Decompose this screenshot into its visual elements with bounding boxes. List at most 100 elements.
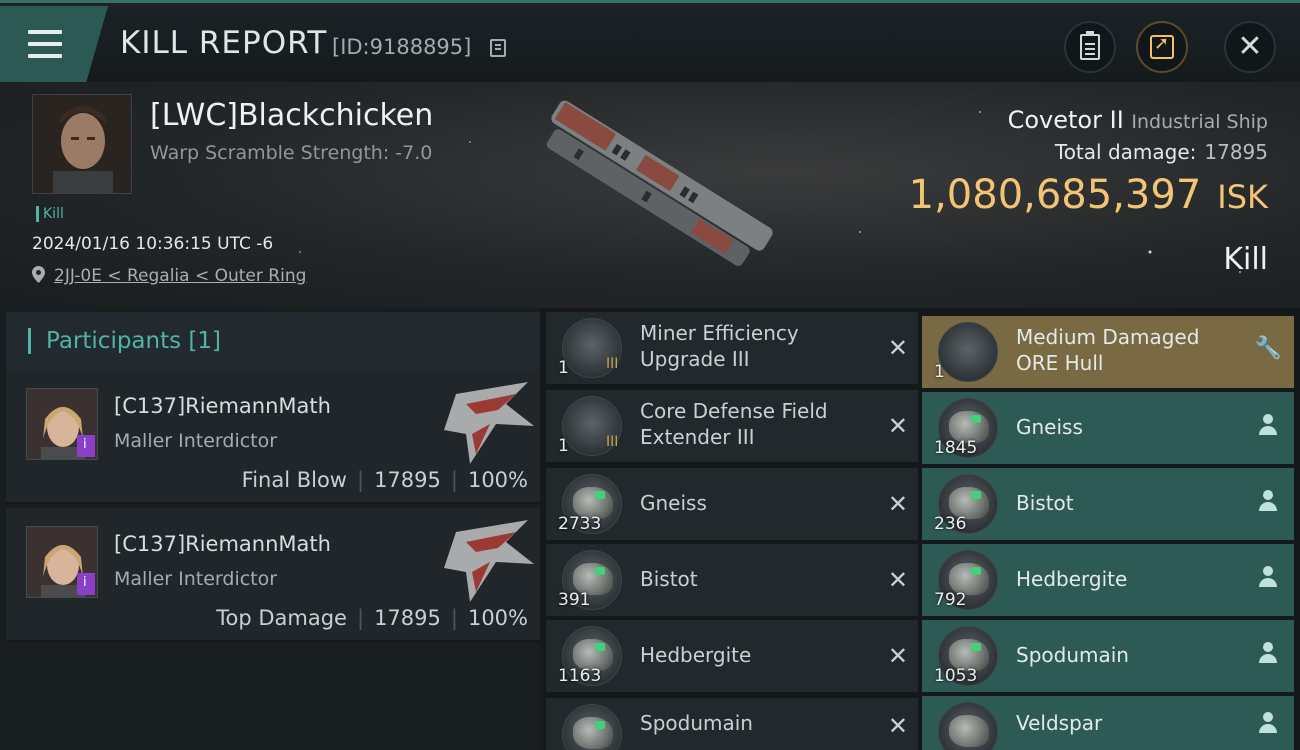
participant-ship: Maller Interdictor bbox=[114, 430, 278, 452]
item-name: Core Defense Field Extender III bbox=[640, 399, 828, 449]
participants-label: Participants bbox=[46, 328, 182, 354]
destroyed-x-icon: ✕ bbox=[887, 334, 908, 362]
dropped-item[interactable]: Veldspar bbox=[922, 696, 1294, 750]
item-name: Spodumain bbox=[1016, 643, 1129, 667]
close-icon: ✕ bbox=[1237, 29, 1263, 64]
ship-name[interactable]: Covetor II bbox=[1008, 106, 1124, 134]
item-quantity: 236 bbox=[934, 514, 967, 534]
person-icon bbox=[1258, 712, 1278, 736]
wrench-icon: 🔧 bbox=[1254, 336, 1282, 361]
total-damage-label: Total damage: bbox=[1054, 140, 1197, 164]
clipboard-icon bbox=[1080, 31, 1100, 60]
destroyed-item[interactable]: 1 III Core Defense Field Extender III ✕ bbox=[546, 390, 918, 462]
faction-badge-icon bbox=[77, 435, 95, 457]
close-button[interactable]: ✕ bbox=[1224, 21, 1276, 73]
ore-icon bbox=[562, 704, 622, 750]
dropped-item[interactable]: 1053 Spodumain bbox=[922, 620, 1294, 692]
item-quantity: 1845 bbox=[934, 438, 978, 458]
destroyed-x-icon: ✕ bbox=[887, 712, 908, 740]
person-icon bbox=[1258, 566, 1278, 590]
clipboard-button[interactable] bbox=[1064, 21, 1116, 73]
destroyed-item[interactable]: Spodumain ✕ bbox=[546, 698, 918, 750]
share-button[interactable] bbox=[1136, 21, 1188, 73]
item-name: Miner Efficiency Upgrade III bbox=[640, 321, 799, 371]
item-quantity: 792 bbox=[934, 590, 967, 610]
item-name: Hedbergite bbox=[1016, 567, 1128, 591]
header-bar: KILL REPORT [ID:9188895] ✕ bbox=[0, 0, 1300, 82]
person-icon bbox=[1258, 490, 1278, 514]
participant-avatar bbox=[26, 526, 98, 598]
ship-render bbox=[546, 100, 773, 267]
participant-percent: 100% bbox=[467, 606, 528, 630]
item-grid: 1 III Miner Efficiency Upgrade III ✕ 1 II… bbox=[544, 308, 1300, 750]
participant-avatar bbox=[26, 388, 98, 460]
participant-stats: Top Damage | 17895 | 100% bbox=[216, 606, 528, 630]
destroyed-x-icon: ✕ bbox=[887, 412, 908, 440]
destroyed-item[interactable]: 1163 Hedbergite ✕ bbox=[546, 620, 918, 692]
item-name: Bistot bbox=[1016, 491, 1074, 515]
destroyed-item[interactable]: 2733 Gneiss ✕ bbox=[546, 468, 918, 540]
item-quantity: 1 bbox=[558, 358, 569, 378]
item-name: Veldspar bbox=[1016, 711, 1103, 735]
participant-name[interactable]: [C137]RiemannMath bbox=[114, 394, 331, 418]
dropped-item[interactable]: 1845 Gneiss bbox=[922, 392, 1294, 464]
destroyed-item[interactable]: 1 III Miner Efficiency Upgrade III ✕ bbox=[546, 312, 918, 384]
kill-datetime: 2024/01/16 10:36:15 UTC -6 bbox=[32, 234, 274, 254]
participant-card[interactable]: [C137]RiemannMath Maller Interdictor Top… bbox=[6, 508, 540, 642]
ship-class: Industrial Ship bbox=[1131, 111, 1268, 133]
destroyed-x-icon: ✕ bbox=[887, 490, 908, 518]
person-icon bbox=[1258, 414, 1278, 438]
ship-title: Covetor II Industrial Ship bbox=[1008, 106, 1268, 134]
item-quantity: 1163 bbox=[558, 666, 602, 686]
meta-level: III bbox=[606, 356, 619, 372]
faction-badge-icon bbox=[77, 573, 95, 595]
item-name: Gneiss bbox=[1016, 415, 1083, 439]
copy-icon[interactable] bbox=[490, 39, 506, 57]
participant-card[interactable]: [C137]RiemannMath Maller Interdictor Fin… bbox=[6, 370, 540, 504]
destroyed-item[interactable]: 391 Bistot ✕ bbox=[546, 544, 918, 616]
victim-summary: [LWC]Blackchicken Warp Scramble Strength… bbox=[0, 82, 1300, 308]
person-icon bbox=[1258, 642, 1278, 666]
item-quantity: 1 bbox=[558, 436, 569, 456]
page-title: KILL REPORT bbox=[120, 25, 328, 61]
participant-ship-render bbox=[444, 520, 534, 602]
total-damage-value: 17895 bbox=[1204, 140, 1268, 164]
item-quantity: 2733 bbox=[558, 514, 602, 534]
location-link[interactable]: 2JJ-0E < Regalia < Outer Ring bbox=[54, 266, 306, 286]
isk-value: 1,080,685,397 bbox=[908, 172, 1202, 218]
total-damage: Total damage: 17895 bbox=[1055, 140, 1268, 164]
dropped-item[interactable]: 1 Medium Damaged ORE Hull 🔧 bbox=[922, 316, 1294, 388]
participant-role: Top Damage bbox=[216, 606, 347, 630]
dropped-item[interactable]: 236 Bistot bbox=[922, 468, 1294, 540]
outcome-label: Kill bbox=[1223, 242, 1268, 277]
participants-panel: Participants [1] [C137]RiemannMath Malle… bbox=[0, 308, 540, 750]
item-name: Gneiss bbox=[640, 491, 707, 515]
destroyed-x-icon: ✕ bbox=[887, 642, 908, 670]
item-quantity: 391 bbox=[558, 590, 591, 610]
participant-stats: Final Blow | 17895 | 100% bbox=[241, 468, 528, 492]
isk-value-row: 1,080,685,397 ISK bbox=[909, 172, 1268, 218]
victim-avatar bbox=[33, 95, 131, 193]
menu-button[interactable] bbox=[0, 6, 108, 82]
participant-damage: 17895 bbox=[374, 606, 441, 630]
participant-ship-render bbox=[444, 382, 534, 464]
participant-ship: Maller Interdictor bbox=[114, 568, 278, 590]
ore-icon bbox=[938, 702, 998, 750]
victim-portrait[interactable] bbox=[32, 94, 132, 194]
victim-name[interactable]: [LWC]Blackchicken bbox=[150, 98, 433, 133]
meta-level: III bbox=[606, 434, 619, 450]
item-name: Bistot bbox=[640, 567, 698, 591]
participant-role: Final Blow bbox=[241, 468, 347, 492]
isk-unit: ISK bbox=[1217, 178, 1268, 216]
destroyed-x-icon: ✕ bbox=[887, 566, 908, 594]
hull-icon bbox=[938, 322, 998, 382]
share-icon bbox=[1150, 33, 1174, 59]
kill-tag: Kill bbox=[36, 206, 64, 222]
item-name: Spodumain bbox=[640, 711, 753, 735]
menu-icon bbox=[28, 30, 62, 58]
dropped-item[interactable]: 792 Hedbergite bbox=[922, 544, 1294, 616]
item-name: Hedbergite bbox=[640, 643, 752, 667]
participant-percent: 100% bbox=[467, 468, 528, 492]
participant-name[interactable]: [C137]RiemannMath bbox=[114, 532, 331, 556]
item-name: Medium Damaged ORE Hull bbox=[1016, 325, 1200, 375]
